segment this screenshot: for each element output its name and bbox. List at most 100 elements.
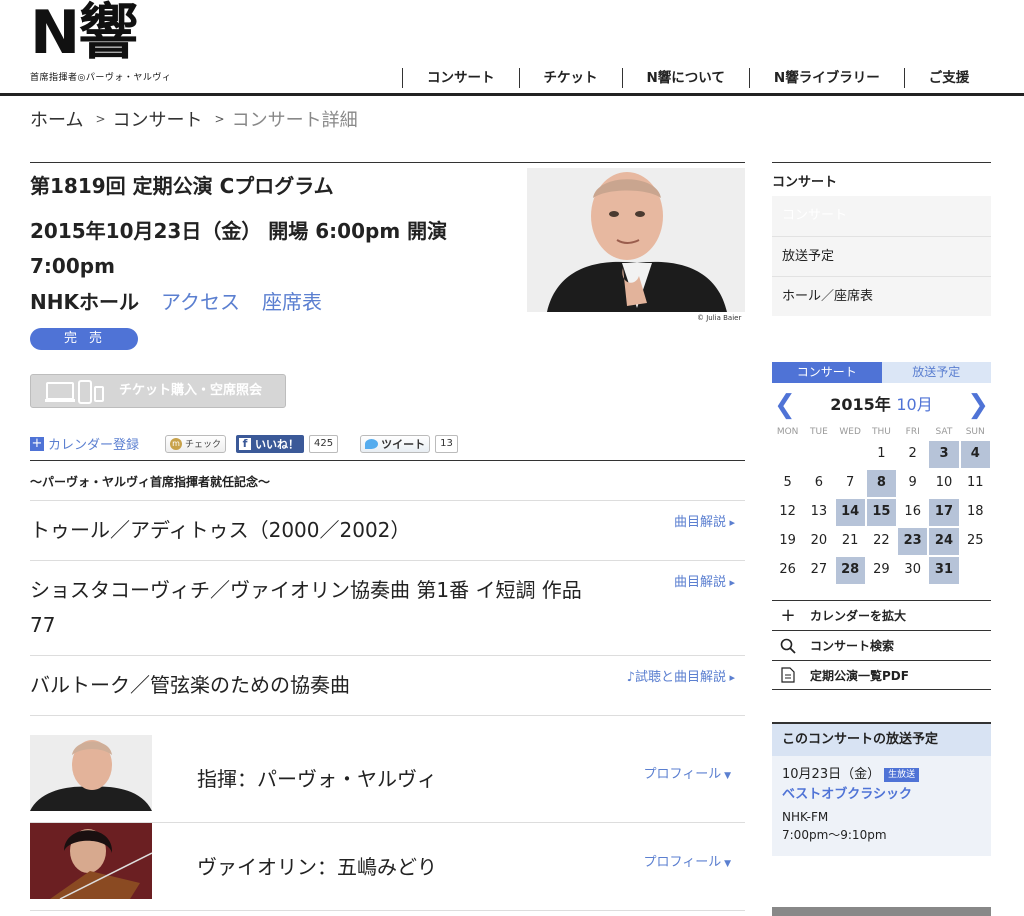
ticket-purchase-label: チケット購入・空席照会: [119, 383, 263, 398]
calendar-day-concert[interactable]: 31: [929, 557, 959, 584]
tweet-count: 13: [435, 434, 458, 453]
broadcast-heading: このコンサートの放送予定: [772, 724, 991, 756]
nav-support[interactable]: ご支援: [903, 68, 994, 88]
calendar-day-concert[interactable]: 4: [960, 441, 990, 468]
calendar-nav: ❮ 2015年 10月 ❯: [772, 383, 991, 427]
calendar-day: 9: [908, 475, 917, 490]
broadcast-schedule: このコンサートの放送予定 10月23日（金） 生放送 ベストオブクラシック NHK…: [772, 722, 991, 856]
facebook-like-button[interactable]: f いいね！: [236, 434, 305, 453]
logo-subtitle: 首席指揮者◎パーヴォ・ヤルヴィ: [30, 73, 172, 83]
chevron-right-icon[interactable]: ❯: [967, 383, 989, 427]
calendar-register-link[interactable]: + カレンダー登録: [30, 434, 139, 453]
calendar-day: 30: [904, 562, 921, 577]
calendar-day-concert[interactable]: 3: [929, 441, 959, 468]
nav-concert[interactable]: コンサート: [402, 68, 519, 88]
calendar-day-concert[interactable]: 15: [866, 499, 897, 526]
sidebar-item-broadcast[interactable]: 放送予定: [772, 236, 991, 276]
artist-name: ヴァイオリン：五嶋みどり: [197, 855, 437, 879]
seat-map-link[interactable]: 座席表: [262, 286, 322, 315]
tab-concert[interactable]: コンサート: [772, 362, 882, 383]
calendar-day: 2: [908, 446, 917, 461]
artist-row: ヴァイオリン：五嶋みどり プロフィール: [30, 823, 745, 911]
calendar-weekday: THU: [872, 427, 891, 437]
twitter-bird-icon: [365, 438, 379, 449]
calendar-day: 10: [935, 475, 953, 490]
mixi-check-button[interactable]: m チェック: [165, 434, 227, 453]
calendar-weekday: MON: [776, 427, 799, 437]
program-notes-link[interactable]: 曲目解説: [674, 573, 735, 593]
calendar-day: 12: [779, 504, 796, 519]
sidebar-heading: コンサート: [772, 162, 991, 196]
expand-calendar-label: カレンダーを拡大: [810, 609, 907, 623]
check-label: チェック: [185, 440, 222, 450]
like-label: いいね！: [255, 437, 300, 451]
calendar-day-concert[interactable]: 28: [835, 557, 865, 584]
calendar-weekday: SAT: [935, 427, 953, 437]
calendar-day: 26: [779, 562, 796, 577]
broadcast-date: 10月23日（金）: [782, 767, 881, 782]
calendar-day: 7: [846, 475, 855, 490]
sidebar-links: + カレンダーを拡大 コンサート検索 定期公演一覧PDF: [772, 600, 991, 690]
conductor-thumbnail: [30, 735, 152, 811]
concert-search-link[interactable]: コンサート検索: [772, 630, 991, 660]
sidebar-item-hall[interactable]: ホール／座席表: [772, 276, 991, 316]
artist-row: 指揮：パーヴォ・ヤルヴィ プロフィール: [30, 735, 745, 823]
social-bar: + カレンダー登録 m チェック f いいね！ 425 ツイート 13: [30, 434, 458, 453]
breadcrumb-home[interactable]: ホーム: [30, 106, 83, 132]
calendar-day: 27: [810, 562, 828, 577]
calendar-empty: [773, 441, 802, 468]
nav-ticket[interactable]: チケット: [518, 68, 622, 88]
chevron-left-icon[interactable]: ❮: [774, 383, 796, 427]
tweet-label: ツイート: [381, 437, 426, 451]
work-title: バルトーク／管弦楽のための協奏曲: [30, 673, 350, 697]
site-header: N響 首席指揮者◎パーヴォ・ヤルヴィ コンサート チケット N響について N響ラ…: [0, 0, 1024, 96]
calendar-day: 1: [877, 446, 886, 461]
breadcrumb-concert[interactable]: コンサート: [113, 106, 203, 132]
profile-toggle[interactable]: プロフィール: [643, 851, 731, 870]
sidebar-item-concert[interactable]: コンサート: [772, 196, 991, 236]
calendar-day: 16: [904, 504, 921, 519]
subscription-pdf-link[interactable]: 定期公演一覧PDF: [772, 660, 991, 690]
calendar-day-concert[interactable]: 23: [898, 528, 928, 555]
calendar-day-concert[interactable]: 14: [835, 499, 865, 526]
calendar-day-concert[interactable]: 17: [929, 499, 959, 526]
calendar-day: 13: [810, 504, 828, 519]
calendar-weekday: FRI: [905, 427, 920, 437]
calendar-register-label: カレンダー登録: [48, 438, 140, 453]
calendar-empty: [804, 441, 833, 468]
global-nav: コンサート チケット N響について N響ライブラリー ご支援: [402, 68, 993, 88]
listen-and-notes-link[interactable]: ♪試聴と曲目解説: [627, 668, 735, 688]
tweet-button[interactable]: ツイート: [360, 434, 431, 453]
calendar-widget: コンサート 放送予定 ❮ 2015年 10月 ❯ MON TUE WED THU FRI…: [772, 362, 991, 586]
logo[interactable]: N響 首席指揮者◎パーヴォ・ヤルヴィ: [30, 0, 171, 83]
calendar-day: 11: [966, 475, 984, 490]
work-title: ショスタコーヴィチ／ヴァイオリン協奏曲 第1番 イ短調 作品77: [30, 578, 582, 637]
devices-icon: [45, 380, 104, 404]
calendar-day: 25: [966, 533, 984, 548]
calendar-day: 21: [841, 533, 859, 548]
calendar-day: 19: [779, 533, 796, 548]
nav-library[interactable]: N響ライブラリー: [748, 68, 904, 88]
facebook-icon: f: [239, 437, 252, 450]
access-link[interactable]: アクセス: [161, 286, 240, 315]
broadcast-program-link[interactable]: ベストオブクラシック: [782, 786, 981, 804]
calendar-day-concert[interactable]: 8: [866, 470, 897, 497]
expand-calendar-link[interactable]: + カレンダーを拡大: [772, 600, 991, 630]
document-icon: [780, 667, 796, 683]
chevron-right-icon: >: [214, 112, 225, 126]
like-count: 425: [309, 434, 339, 453]
nav-about[interactable]: N響について: [621, 68, 749, 88]
program-item: ショスタコーヴィチ／ヴァイオリン協奏曲 第1番 イ短調 作品77 曲目解説: [30, 560, 745, 655]
ticket-purchase-button[interactable]: チケット購入・空席照会: [30, 374, 286, 408]
broadcast-channel: NHK-FM: [782, 810, 829, 824]
tab-broadcast[interactable]: 放送予定: [881, 362, 991, 383]
work-title: トゥール／アディトゥス（2000／2002）: [30, 518, 411, 542]
divider: [30, 162, 745, 163]
calendar-day: 5: [783, 475, 792, 490]
sidebar: コンサート コンサート 放送予定 ホール／座席表: [772, 162, 991, 316]
program-notes-link[interactable]: 曲目解説: [674, 513, 735, 533]
calendar-day: 29: [873, 562, 890, 577]
calendar-day-concert[interactable]: 24: [929, 528, 959, 555]
plus-icon: +: [780, 605, 796, 626]
profile-toggle[interactable]: プロフィール: [643, 763, 731, 782]
